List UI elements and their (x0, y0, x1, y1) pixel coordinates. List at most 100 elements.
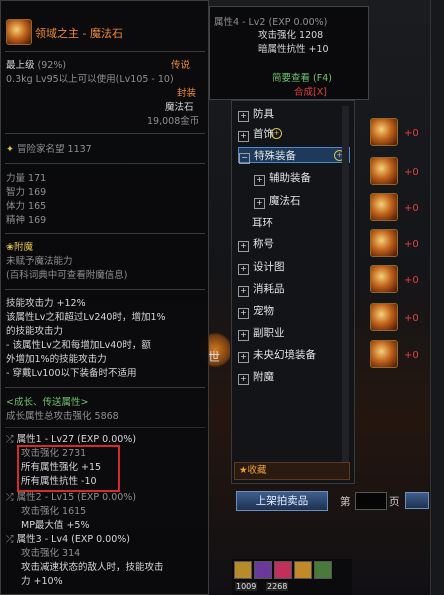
skill-line: - 该属性Lv之和每增加Lv40时，额 (6, 340, 151, 351)
expand-icon[interactable]: + (238, 241, 249, 252)
page-label-right: 页 (389, 496, 400, 508)
skill-line: 技能攻击力 +12% (6, 298, 86, 309)
shuffle-icon: ⤮ (6, 534, 14, 545)
attr3-line: 力 +10% (21, 576, 63, 587)
expand-icon[interactable]: + (238, 264, 249, 275)
item-slot[interactable] (370, 265, 398, 293)
hotkey-slot[interactable] (254, 561, 272, 579)
hotkey-slot[interactable] (234, 561, 252, 579)
item-slot[interactable] (370, 118, 398, 146)
scene-text: 世 (208, 350, 221, 364)
hotkey-slot[interactable] (294, 561, 312, 579)
divider (5, 163, 205, 164)
category-magic-stone[interactable]: + 魔法石 (254, 193, 301, 209)
growth-total: 成长属性总攻击强化 5868 (6, 411, 119, 422)
category-blueprint[interactable]: + 设计图 (238, 259, 285, 275)
stat-int: 智力 169 (6, 187, 47, 198)
enhance-level: +0 (404, 203, 419, 214)
item-slot[interactable] (370, 229, 398, 257)
shuffle-icon: ⤮ (6, 434, 14, 445)
expand-icon[interactable]: + (238, 308, 249, 319)
enchant-none: 未赋予魔法能力 (6, 256, 73, 267)
attr4-header: 属性4 - Lv2 (EXP 0.00%) (214, 17, 328, 28)
expand-icon[interactable]: + (238, 131, 249, 142)
page-label-left: 第 (340, 496, 351, 508)
attr3-header: ⤮ 属性3 - Lv4 (EXP 0.00%) (6, 534, 130, 545)
expand-icon[interactable]: + (238, 111, 249, 122)
item-slot[interactable] (370, 340, 398, 368)
category-earring[interactable]: 耳环 (252, 215, 273, 231)
enhance-level: +0 (404, 313, 419, 324)
enhance-level: +0 (404, 167, 419, 178)
hotkey-slot[interactable] (274, 561, 292, 579)
enhance-level: +0 (404, 350, 419, 361)
item-type: 魔法石 (165, 102, 194, 113)
expand-icon[interactable]: + (238, 374, 249, 385)
hotkey-slot[interactable] (314, 561, 332, 579)
stat-vit: 体力 165 (6, 201, 47, 212)
stat-str: 力量 171 (6, 173, 47, 184)
list-auction-button[interactable]: 上架拍卖品 (236, 491, 328, 511)
enchant-icon: ❀ (6, 242, 14, 253)
page-go-button[interactable] (405, 492, 429, 509)
category-scrollbar[interactable] (342, 106, 349, 478)
item-tooltip-continued: 属性4 - Lv2 (EXP 0.00%) 攻击强化 1208 暗属性抗性 +1… (209, 6, 369, 100)
attr3-line: 攻击减速状态的敌人时，技能攻击 (21, 562, 164, 573)
attr3-line: 攻击强化 314 (21, 548, 81, 559)
skill-line: 的技能攻击力 (6, 326, 64, 337)
hotkey-count: 1009 (235, 582, 258, 591)
divider (5, 51, 205, 52)
brief-view-hint[interactable]: 简要查看 (F4) (272, 72, 332, 85)
enhance-level: +0 (404, 239, 419, 250)
highlight-box (17, 445, 120, 492)
skill-line: 外增加1%的技能攻击力 (6, 354, 107, 365)
expand-icon[interactable]: + (254, 175, 265, 186)
enhance-level: +0 (404, 275, 419, 286)
category-special-equipment[interactable]: − 特殊装备 + (238, 147, 350, 164)
page-input[interactable] (355, 492, 387, 510)
item-slot[interactable] (370, 157, 398, 185)
attr2-header: ⤮ 属性2 - Lv15 (EXP 0.00%) (6, 492, 137, 503)
divider (5, 427, 205, 428)
item-tooltip: 领域之主 - 魔法石 最上级 (92%) 传说 0.3kg Lv95以上可以使用… (0, 0, 209, 595)
growth-title: <成长、传送属性> (6, 397, 89, 408)
category-armor[interactable]: + 防具 (238, 106, 274, 122)
attr4-attack: 攻击强化 1208 (258, 30, 324, 41)
expand-icon[interactable]: + (238, 352, 249, 363)
expand-icon[interactable]: + (238, 330, 249, 341)
category-consumable[interactable]: + 消耗品 (238, 281, 285, 297)
skill-line: - 穿戴Lv100以下装备时不适用 (6, 368, 137, 379)
category-panel: + 防具 + 首饰 + − 特殊装备 + + 辅助装备 + 魔法石 耳环 + 称号 + 设计图 +… (231, 100, 355, 484)
category-illusion-equipment[interactable]: + 未央幻境装备 (238, 347, 316, 363)
right-panel-edge (430, 0, 444, 595)
category-sub-job[interactable]: + 副职业 (238, 325, 285, 341)
compose-hint[interactable]: 合成[X] (294, 86, 327, 99)
item-bound: 封装 (177, 88, 197, 99)
category-enchant[interactable]: + 附魔 (238, 369, 274, 385)
item-price: 19,008金币 (147, 116, 200, 127)
enchant-hint: (百科词典中可查看附魔信息) (6, 270, 128, 281)
collapse-icon[interactable]: − (239, 153, 250, 164)
attr4-resist: 暗属性抗性 +10 (258, 44, 329, 55)
category-pet[interactable]: + 宠物 (238, 303, 274, 319)
enchant-title: ❀附魔 (6, 242, 33, 253)
favorites-button[interactable]: ★收藏 (234, 462, 350, 480)
category-support-equipment[interactable]: + 辅助装备 (254, 170, 311, 186)
item-slot[interactable] (370, 193, 398, 221)
expand-icon[interactable]: + (238, 286, 249, 297)
expand-icon[interactable]: + (254, 198, 265, 209)
category-accessory[interactable]: + 首饰 + (238, 126, 282, 142)
divider (5, 289, 205, 290)
magnifier-icon[interactable]: + (271, 128, 282, 139)
fame-icon: ✦ (6, 144, 14, 155)
category-title[interactable]: + 称号 (238, 236, 274, 252)
stat-spr: 精神 169 (6, 215, 47, 226)
item-slot[interactable] (370, 303, 398, 331)
attr2-line: 攻击强化 1615 (21, 506, 87, 517)
divider (5, 133, 205, 134)
skill-line: 该属性Lv之和超过Lv240时，增加1% (6, 312, 166, 323)
hotkey-count: 2268 (266, 582, 289, 591)
item-title: 领域之主 - 魔法石 (35, 27, 123, 40)
divider (5, 233, 205, 234)
hotbar: 1009 2268 (232, 559, 352, 595)
